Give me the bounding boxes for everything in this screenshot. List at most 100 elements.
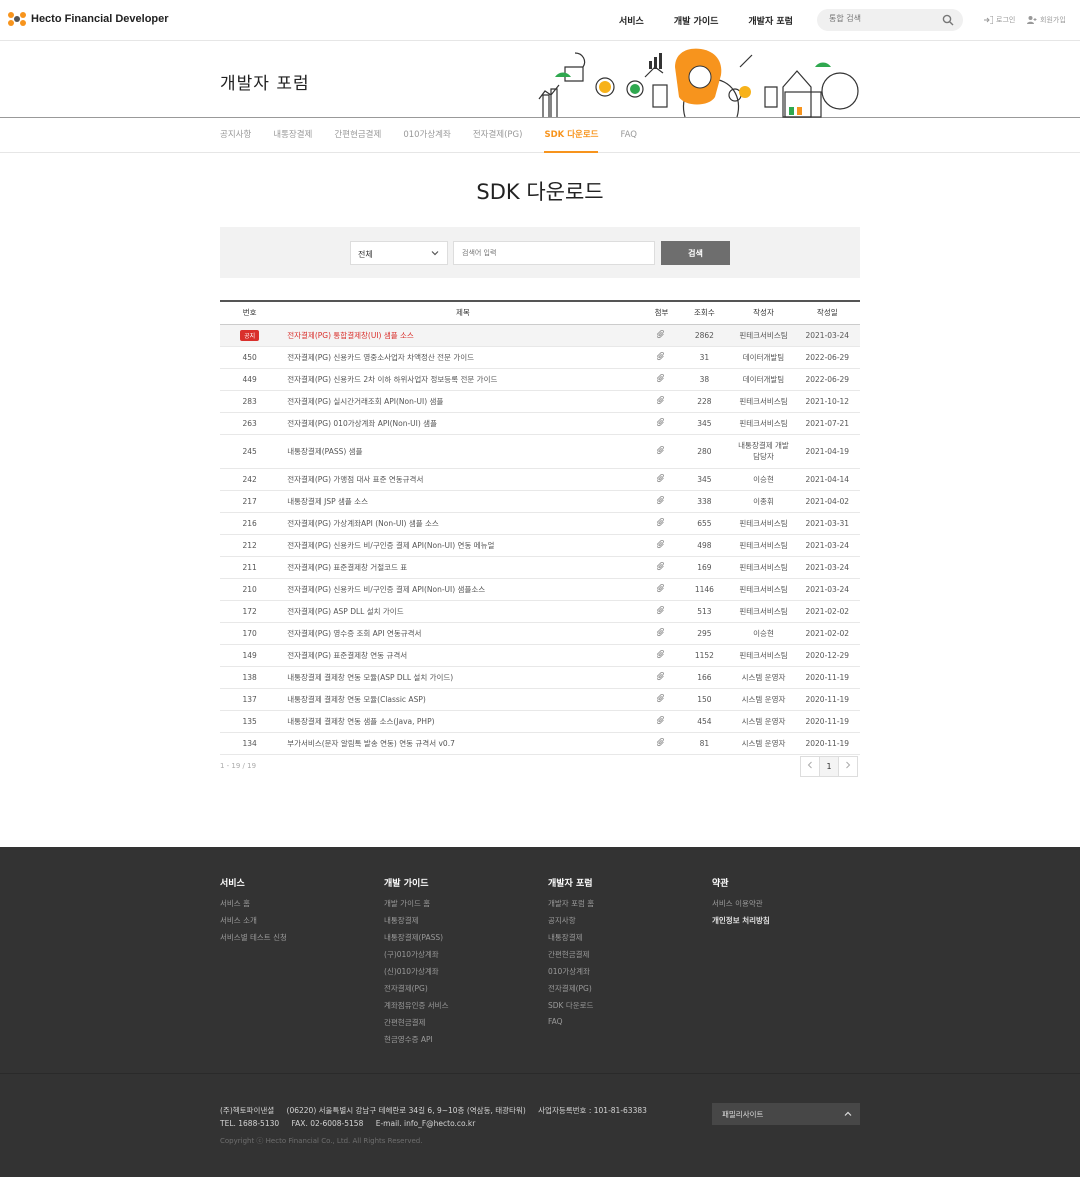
attachment-icon[interactable] bbox=[657, 649, 665, 659]
footer-link[interactable]: SDK 다운로드 bbox=[548, 1000, 594, 1017]
row-title[interactable]: 전자결제(PG) 신용카드 비/구인증 결제 API(Non-UI) 연동 메뉴… bbox=[279, 534, 647, 557]
row-title[interactable]: 전자결제(PG) 신용카드 비/구인증 결제 API(Non-UI) 샘플소스 bbox=[279, 578, 647, 601]
table-row[interactable]: 216 전자결제(PG) 가상계좌API (Non-UI) 샘플 소스 655 핀테크… bbox=[220, 512, 860, 535]
row-title[interactable]: 전자결제(PG) 가상계좌API (Non-UI) 샘플 소스 bbox=[279, 512, 647, 535]
table-row[interactable]: 212 전자결제(PG) 신용카드 비/구인증 결제 API(Non-UI) 연동… bbox=[220, 534, 860, 557]
table-row[interactable]: 449 전자결제(PG) 신용카드 2차 이하 하위사업자 정보등록 전문 가이드… bbox=[220, 368, 860, 391]
tab-sdk-download[interactable]: SDK 다운로드 bbox=[544, 118, 599, 153]
footer-link[interactable]: 내통장결제 bbox=[384, 915, 448, 932]
footer-link[interactable]: 내통장결제 bbox=[548, 932, 594, 949]
attachment-icon[interactable] bbox=[657, 351, 665, 361]
nav-dev-guide[interactable]: 개발 가이드 bbox=[674, 14, 719, 27]
table-row[interactable]: 450 전자결제(PG) 신용카드 영중소사업자 차액정산 전문 가이드 31 데이터… bbox=[220, 346, 860, 369]
table-row[interactable]: 217 내통장결제 JSP 샘플 소스 338 이종휘 2021-04-02 bbox=[220, 490, 860, 513]
row-title[interactable]: 전자결제(PG) 신용카드 2차 이하 하위사업자 정보등록 전문 가이드 bbox=[279, 368, 647, 391]
attachment-icon[interactable] bbox=[657, 329, 665, 339]
tab-010-vaccount[interactable]: 010가상계좌 bbox=[403, 118, 451, 153]
row-title[interactable]: 전자결제(PG) 표준결제창 연동 규격서 bbox=[279, 644, 647, 667]
footer-link[interactable]: (신)010가상계좌 bbox=[384, 966, 448, 983]
footer-link[interactable]: 전자결제(PG) bbox=[548, 983, 594, 1000]
footer-link-privacy[interactable]: 개인정보 처리방침 bbox=[712, 915, 770, 932]
table-row[interactable]: 134 부가서비스(문자 알림톡 발송 연동) 연동 규격서 v0.7 81 시스템 … bbox=[220, 732, 860, 755]
row-title[interactable]: 내통장결제 결제창 연동 모듈(ASP DLL 설치 가이드) bbox=[279, 666, 647, 689]
signup-link[interactable]: 회원가입 bbox=[1027, 15, 1066, 25]
attachment-icon[interactable] bbox=[657, 517, 665, 527]
attachment-icon[interactable] bbox=[657, 395, 665, 405]
row-title[interactable]: 전자결제(PG) ASP DLL 설치 가이드 bbox=[279, 600, 647, 623]
row-title[interactable]: 부가서비스(문자 알림톡 발송 연동) 연동 규격서 v0.7 bbox=[279, 732, 647, 755]
row-title[interactable]: 전자결제(PG) 신용카드 영중소사업자 차액정산 전문 가이드 bbox=[279, 346, 647, 369]
attachment-icon[interactable] bbox=[657, 561, 665, 571]
attachment-icon[interactable] bbox=[657, 473, 665, 483]
table-row[interactable]: 137 내통장결제 결제창 연동 모듈(Classic ASP) 150 시스템 운영… bbox=[220, 688, 860, 711]
footer-link[interactable]: 010가상계좌 bbox=[548, 966, 594, 983]
footer-link[interactable]: 간편현금결제 bbox=[548, 949, 594, 966]
row-title[interactable]: 전자결제(PG) 통합결제창(UI) 샘플 소스 bbox=[279, 324, 647, 347]
footer-link[interactable]: 서비스 이용약관 bbox=[712, 898, 770, 915]
page-number[interactable]: 1 bbox=[819, 756, 839, 777]
row-title[interactable]: 전자결제(PG) 실시간거래조회 API(Non-UI) 샘플 bbox=[279, 390, 647, 413]
table-row[interactable]: 149 전자결제(PG) 표준결제창 연동 규격서 1152 핀테크서비스팀 2020-… bbox=[220, 644, 860, 667]
attachment-icon[interactable] bbox=[657, 373, 665, 383]
nav-service[interactable]: 서비스 bbox=[619, 14, 644, 27]
table-row[interactable]: 211 전자결제(PG) 표준결제창 거절코드 표 169 핀테크서비스팀 2021-0… bbox=[220, 556, 860, 579]
row-title[interactable]: 전자결제(PG) 010가상계좌 API(Non-UI) 샘플 bbox=[279, 412, 647, 435]
logo[interactable]: Hecto Financial Developer bbox=[8, 12, 169, 26]
attachment-icon[interactable] bbox=[657, 693, 665, 703]
footer-link[interactable]: 공지사항 bbox=[548, 915, 594, 932]
prev-page-button[interactable] bbox=[800, 756, 820, 777]
table-row[interactable]: 210 전자결제(PG) 신용카드 비/구인증 결제 API(Non-UI) 샘플… bbox=[220, 578, 860, 601]
footer-link[interactable]: 서비스 소개 bbox=[220, 915, 287, 932]
attachment-icon[interactable] bbox=[657, 417, 665, 427]
attachment-icon[interactable] bbox=[657, 671, 665, 681]
footer-link[interactable]: 개발 가이드 홈 bbox=[384, 898, 448, 915]
search-icon[interactable] bbox=[942, 14, 954, 26]
row-title[interactable]: 전자결제(PG) 가맹점 대사 표준 연동규격서 bbox=[279, 468, 647, 491]
nav-dev-forum[interactable]: 개발자 포럼 bbox=[748, 14, 793, 27]
footer-link[interactable]: 서비스 홈 bbox=[220, 898, 287, 915]
category-select[interactable]: 전체 bbox=[350, 241, 448, 265]
row-title[interactable]: 전자결제(PG) 표준결제창 거절코드 표 bbox=[279, 556, 647, 579]
global-search-input[interactable] bbox=[829, 14, 939, 23]
footer-link[interactable]: 내통장결제(PASS) bbox=[384, 932, 448, 949]
table-row[interactable]: 245 내통장결제(PASS) 샘플 280 내통장결제 개발 담당자 2021-04-1… bbox=[220, 434, 860, 469]
table-row[interactable]: 170 전자결제(PG) 영수증 조회 API 연동규격서 295 이승현 2021-0… bbox=[220, 622, 860, 645]
table-row[interactable]: 172 전자결제(PG) ASP DLL 설치 가이드 513 핀테크서비스팀 2021… bbox=[220, 600, 860, 623]
table-row[interactable]: 242 전자결제(PG) 가맹점 대사 표준 연동규격서 345 이승현 2021-04… bbox=[220, 468, 860, 491]
attachment-icon[interactable] bbox=[657, 715, 665, 725]
table-row[interactable]: 공지 전자결제(PG) 통합결제창(UI) 샘플 소스 2862 핀테크서비스팀 202… bbox=[220, 324, 860, 347]
row-title[interactable]: 내통장결제(PASS) 샘플 bbox=[279, 434, 647, 469]
table-row[interactable]: 135 내통장결제 결제창 연동 샘플 소스(Java, PHP) 454 시스템 운… bbox=[220, 710, 860, 733]
footer-link[interactable]: 현금영수증 API bbox=[384, 1034, 448, 1051]
table-row[interactable]: 138 내통장결제 결제창 연동 모듈(ASP DLL 설치 가이드) 166 시스템… bbox=[220, 666, 860, 689]
footer-link[interactable]: (구)010가상계좌 bbox=[384, 949, 448, 966]
family-site-select[interactable]: 패밀리사이트 bbox=[712, 1103, 860, 1125]
row-title[interactable]: 내통장결제 결제창 연동 샘플 소스(Java, PHP) bbox=[279, 710, 647, 733]
table-row[interactable]: 263 전자결제(PG) 010가상계좌 API(Non-UI) 샘플 345 핀테크… bbox=[220, 412, 860, 435]
keyword-input[interactable] bbox=[453, 241, 655, 265]
footer-link[interactable]: 간편현금결제 bbox=[384, 1017, 448, 1034]
footer-link[interactable]: 서비스별 테스트 신청 bbox=[220, 932, 287, 949]
row-title[interactable]: 내통장결제 JSP 샘플 소스 bbox=[279, 490, 647, 513]
row-title[interactable]: 전자결제(PG) 영수증 조회 API 연동규격서 bbox=[279, 622, 647, 645]
tab-notice[interactable]: 공지사항 bbox=[220, 118, 251, 153]
login-link[interactable]: 로그인 bbox=[984, 15, 1015, 25]
tab-easy-cash[interactable]: 간편현금결제 bbox=[334, 118, 381, 153]
attachment-icon[interactable] bbox=[657, 495, 665, 505]
attachment-icon[interactable] bbox=[657, 605, 665, 615]
tab-pg[interactable]: 전자결제(PG) bbox=[473, 118, 523, 153]
footer-link[interactable]: FAQ bbox=[548, 1017, 594, 1034]
next-page-button[interactable] bbox=[838, 756, 858, 777]
row-title[interactable]: 내통장결제 결제창 연동 모듈(Classic ASP) bbox=[279, 688, 647, 711]
attachment-icon[interactable] bbox=[657, 539, 665, 549]
search-button[interactable]: 검색 bbox=[661, 241, 730, 265]
attachment-icon[interactable] bbox=[657, 627, 665, 637]
footer-link[interactable]: 계좌점유인증 서비스 bbox=[384, 1000, 448, 1017]
tab-my-account-pay[interactable]: 내통장결제 bbox=[273, 118, 312, 153]
footer-link[interactable]: 전자결제(PG) bbox=[384, 983, 448, 1000]
footer-link[interactable]: 개발자 포럼 홈 bbox=[548, 898, 594, 915]
table-row[interactable]: 283 전자결제(PG) 실시간거래조회 API(Non-UI) 샘플 228 핀테크… bbox=[220, 390, 860, 413]
attachment-icon[interactable] bbox=[657, 445, 665, 455]
tab-faq[interactable]: FAQ bbox=[620, 118, 636, 153]
attachment-icon[interactable] bbox=[657, 583, 665, 593]
